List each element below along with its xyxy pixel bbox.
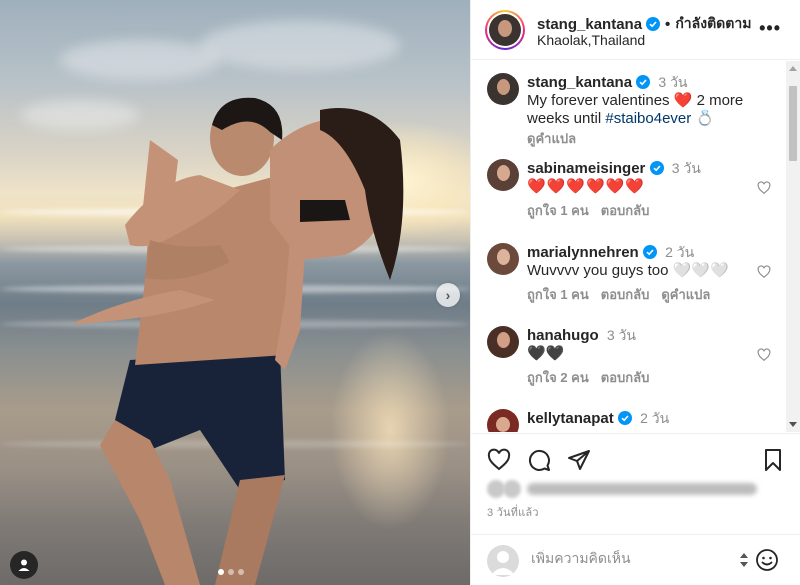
comment-time[interactable]: 3 วัน xyxy=(607,327,636,343)
comment-bubble-icon[interactable] xyxy=(527,448,551,472)
carousel-dot xyxy=(218,569,224,575)
post-photo[interactable]: › xyxy=(0,0,470,585)
header-username[interactable]: stang_kantana xyxy=(537,16,642,33)
scroll-down-arrow-icon[interactable] xyxy=(789,422,797,427)
like-comment-heart-icon[interactable] xyxy=(757,181,771,195)
like-comment-heart-icon[interactable] xyxy=(757,265,771,279)
comment-item: sabinameisinger 3 วัน ❤️❤️❤️❤️❤️❤️ ถูกใจ… xyxy=(487,159,787,229)
story-ring[interactable] xyxy=(485,10,525,50)
spinner-arrows-icon[interactable] xyxy=(739,551,749,569)
comments-list: stang_kantana 3 วัน My forever valentine… xyxy=(471,61,800,432)
comment-username[interactable]: hanahugo xyxy=(527,327,599,344)
comment-likes[interactable]: ถูกใจ 2 คน xyxy=(527,369,589,387)
avatar[interactable] xyxy=(487,409,519,432)
comment-hearts: ❤️❤️❤️❤️❤️❤️ xyxy=(527,178,646,195)
reply-button[interactable]: ตอบกลับ xyxy=(601,202,650,220)
post-actions-bar xyxy=(471,433,800,483)
verified-badge-icon xyxy=(617,411,632,425)
comment-time[interactable]: 3 วัน xyxy=(672,160,701,176)
carousel-dots xyxy=(218,569,244,575)
comment-likes[interactable]: ถูกใจ 1 คน xyxy=(527,202,589,220)
comment-likes[interactable]: ถูกใจ 1 คน xyxy=(527,286,589,304)
hashtag-link[interactable]: #staibo4ever xyxy=(605,110,691,127)
post-detail-panel: stang_kantana • กำลังติดตาม Khaolak,Thai… xyxy=(470,0,800,585)
reply-button[interactable]: ตอบกลับ xyxy=(601,286,650,304)
carousel-dot xyxy=(228,569,234,575)
post-header: stang_kantana • กำลังติดตาม Khaolak,Thai… xyxy=(471,0,800,60)
verified-badge-icon xyxy=(646,17,661,31)
comment-username[interactable]: kellytanapat xyxy=(527,410,614,427)
comment-input[interactable] xyxy=(531,550,731,566)
verified-badge-icon xyxy=(642,245,657,259)
red-heart-emoji-icon: ❤️ xyxy=(673,92,693,109)
caption-text-start: My forever valentines xyxy=(527,92,674,109)
avatar[interactable] xyxy=(487,326,519,358)
verified-badge-icon xyxy=(636,75,651,89)
comment-username[interactable]: marialynnehren xyxy=(527,244,639,261)
chevron-right-icon: › xyxy=(445,287,451,303)
reply-button[interactable]: ตอบกลับ xyxy=(601,369,650,387)
comment-username[interactable]: sabinameisinger xyxy=(527,160,645,177)
more-options-button[interactable]: ••• xyxy=(759,18,781,39)
comment-time[interactable]: 2 วัน xyxy=(665,244,694,260)
person-icon xyxy=(18,559,30,571)
bookmark-icon[interactable] xyxy=(761,448,785,472)
emoji-smiley-icon[interactable] xyxy=(755,548,779,572)
caption-time[interactable]: 3 วัน xyxy=(658,74,687,90)
current-user-avatar xyxy=(487,545,519,577)
avatar[interactable] xyxy=(487,243,519,275)
tagged-users-button[interactable] xyxy=(10,551,38,579)
scrollbar-thumb[interactable] xyxy=(789,86,797,161)
comment-item: kellytanapat 2 วัน xyxy=(487,409,787,432)
verified-badge-icon xyxy=(649,161,664,175)
avatar[interactable] xyxy=(487,73,519,105)
location-link[interactable]: Khaolak,Thailand xyxy=(537,32,645,48)
carousel-dot xyxy=(238,569,244,575)
liked-by-blurred xyxy=(487,480,757,498)
comment-item: hanahugo 3 วัน 🖤🖤 ถูกใจ 2 คน ตอบกลับ xyxy=(487,326,787,396)
separator: • xyxy=(665,15,671,33)
avatar xyxy=(489,14,521,46)
like-comment-heart-icon[interactable] xyxy=(757,348,771,362)
caption: stang_kantana 3 วัน My forever valentine… xyxy=(487,73,787,146)
couple-figures xyxy=(70,97,404,585)
translate-link[interactable]: ดูคำแปล xyxy=(527,130,576,148)
following-button[interactable]: กำลังติดตาม xyxy=(675,13,751,35)
translate-link[interactable]: ดูคำแปล xyxy=(661,286,710,304)
posted-time[interactable]: 3 วันที่แล้ว xyxy=(487,503,539,521)
paper-plane-icon[interactable] xyxy=(567,448,591,472)
heart-outline-icon[interactable] xyxy=(487,448,511,472)
add-comment-bar xyxy=(471,534,800,585)
comment-text: Wuvvvv you guys too 🤍🤍🤍 xyxy=(527,262,729,279)
comments-scrollbar[interactable] xyxy=(786,61,800,432)
scroll-up-arrow-icon[interactable] xyxy=(789,66,797,71)
comment-text: 🖤🖤 xyxy=(527,345,565,362)
comment-time[interactable]: 2 วัน xyxy=(640,410,669,426)
ring-emoji-icon: 💍 xyxy=(695,110,715,127)
comment-item: marialynnehren 2 วัน Wuvvvv you guys too… xyxy=(487,243,787,313)
carousel-next-button[interactable]: › xyxy=(436,283,460,307)
caption-username[interactable]: stang_kantana xyxy=(527,74,632,91)
avatar[interactable] xyxy=(487,159,519,191)
